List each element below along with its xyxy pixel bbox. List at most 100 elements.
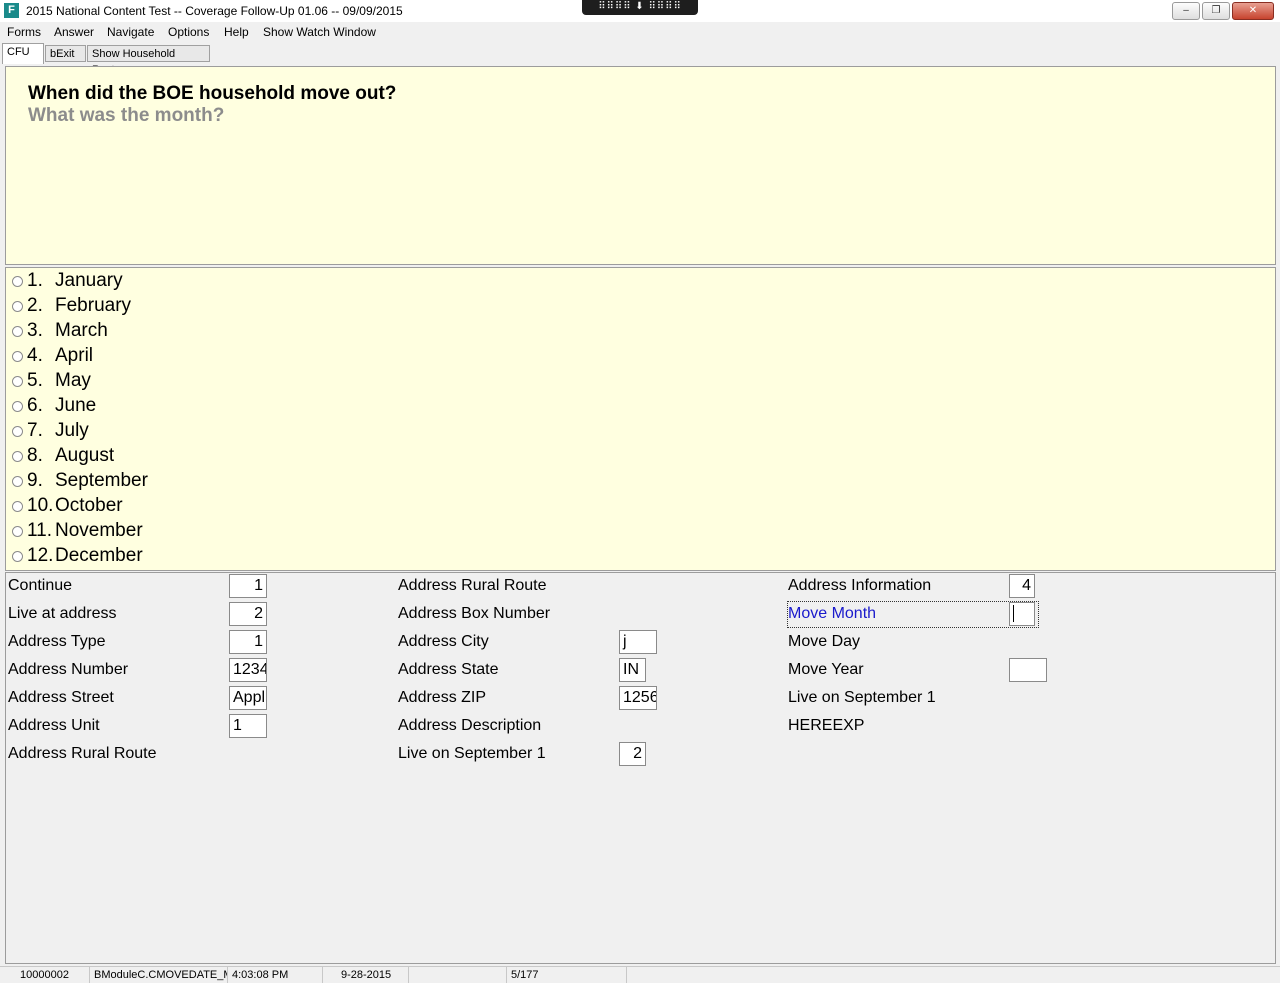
status-bar: 10000002 BModuleC.CMOVEDATE_M 4:03:08 PM… <box>0 966 1280 983</box>
title-bar: F 2015 National Content Test -- Coverage… <box>0 0 1280 23</box>
menu-options[interactable]: Options <box>168 25 209 39</box>
status-field-name: BModuleC.CMOVEDATE_M <box>90 967 228 983</box>
radio-button[interactable] <box>12 426 23 437</box>
field-label-address-zip: Address ZIP <box>398 689 487 706</box>
option-number: 1. <box>27 270 43 291</box>
radio-button[interactable] <box>12 376 23 387</box>
field-label-address-rural-route-2: Address Rural Route <box>398 577 547 594</box>
field-label-move-month: Move Month <box>788 605 877 622</box>
address-number-field[interactable]: 1234 <box>229 658 267 682</box>
window-controls: – ❐ ✕ <box>1172 2 1274 20</box>
address-street-field[interactable]: Appl <box>229 686 267 710</box>
option-number: 10. <box>27 495 54 516</box>
field-label-address-rural-route: Address Rural Route <box>8 745 157 762</box>
option-label: January <box>55 270 123 291</box>
menu-answer[interactable]: Answer <box>54 25 94 39</box>
option-number: 6. <box>27 395 43 416</box>
option-label: November <box>55 520 143 541</box>
tab-bar: CFU bExit Show Household Roster <box>0 42 1280 76</box>
continue-field[interactable]: 1 <box>229 574 267 598</box>
radio-button[interactable] <box>12 526 23 537</box>
option-label: May <box>55 370 91 391</box>
address-unit-field[interactable]: 1 <box>229 714 267 738</box>
option-label: October <box>55 495 123 516</box>
address-state-field[interactable]: IN <box>619 658 646 682</box>
radio-button[interactable] <box>12 276 23 287</box>
menu-help[interactable]: Help <box>224 25 249 39</box>
status-extra <box>409 967 507 983</box>
field-label-address-box-number: Address Box Number <box>398 605 551 622</box>
live-on-september-1-field[interactable]: 2 <box>619 742 646 766</box>
maximize-button[interactable]: ❐ <box>1202 2 1230 20</box>
move-year-field[interactable] <box>1009 658 1047 682</box>
option-number: 9. <box>27 470 43 491</box>
radio-button[interactable] <box>12 401 23 412</box>
question-subtext: What was the month? <box>28 105 225 126</box>
answer-panel: 1. January 2. February 3. March 4. April 5. M… <box>5 267 1276 571</box>
live-at-address-field[interactable]: 2 <box>229 602 267 626</box>
address-information-field[interactable]: 4 <box>1009 574 1035 598</box>
question-text: When did the BOE household move out? <box>28 83 397 104</box>
option-number: 7. <box>27 420 43 441</box>
address-zip-field[interactable]: 1256 <box>619 686 657 710</box>
address-city-field[interactable]: j <box>619 630 657 654</box>
tab-cfu[interactable]: CFU <box>2 43 44 64</box>
app-icon: F <box>4 3 19 18</box>
option-label: July <box>55 420 89 441</box>
option-number: 2. <box>27 295 43 316</box>
option-number: 11. <box>27 520 53 541</box>
menu-forms[interactable]: Forms <box>7 25 41 39</box>
status-time: 4:03:08 PM <box>228 967 323 983</box>
tab-bexit[interactable]: bExit <box>45 45 86 62</box>
minimize-button[interactable]: – <box>1172 2 1200 20</box>
option-label: August <box>55 445 115 466</box>
address-type-field[interactable]: 1 <box>229 630 267 654</box>
option-label: February <box>55 295 132 316</box>
menu-show-watch-window[interactable]: Show Watch Window <box>263 25 376 39</box>
field-label-address-description: Address Description <box>398 717 542 734</box>
option-number: 5. <box>27 370 43 391</box>
option-number: 8. <box>27 445 43 466</box>
option-number: 4. <box>27 345 43 366</box>
field-label-address-street: Address Street <box>8 689 114 706</box>
field-label-address-state: Address State <box>398 661 499 678</box>
field-label-continue: Continue <box>8 577 73 594</box>
text-cursor <box>1013 605 1014 623</box>
field-label-hereexp: HEREEXP <box>788 717 865 734</box>
field-label-address-city: Address City <box>398 633 489 650</box>
window-title: 2015 National Content Test -- Coverage F… <box>26 4 403 18</box>
field-label-move-day: Move Day <box>788 633 861 650</box>
option-number: 12. <box>27 545 54 566</box>
tab-show-household-roster[interactable]: Show Household Roster <box>87 45 210 76</box>
move-month-field[interactable] <box>1009 602 1035 626</box>
status-case-id: 10000002 <box>0 967 90 983</box>
option-label: March <box>55 320 108 341</box>
radio-button[interactable] <box>12 451 23 462</box>
status-page-count: 5/177 <box>507 967 627 983</box>
radio-button[interactable] <box>12 301 23 312</box>
field-label-live-on-september-1: Live on September 1 <box>398 745 546 762</box>
field-label-move-year: Move Year <box>788 661 864 678</box>
field-label-live-at-address: Live at address <box>8 605 117 622</box>
field-label-live-on-september-1-b: Live on September 1 <box>788 689 936 706</box>
radio-button[interactable] <box>12 351 23 362</box>
option-number: 3. <box>27 320 43 341</box>
option-label: September <box>55 470 148 491</box>
menu-bar: Forms Answer Navigate Options Help Show … <box>0 22 1280 42</box>
close-button[interactable]: ✕ <box>1232 2 1274 20</box>
remote-pin-bar[interactable]: ⠿⠿⠿⠿ ⬇ ⠿⠿⠿⠿ <box>582 0 698 15</box>
option-label: April <box>55 345 94 366</box>
radio-button[interactable] <box>12 551 23 562</box>
menu-navigate[interactable]: Navigate <box>107 25 154 39</box>
field-label-address-information: Address Information <box>788 577 932 594</box>
option-label: December <box>55 545 143 566</box>
radio-button[interactable] <box>12 501 23 512</box>
field-label-address-unit: Address Unit <box>8 717 100 734</box>
radio-button[interactable] <box>12 326 23 337</box>
status-date: 9-28-2015 <box>323 967 409 983</box>
radio-button[interactable] <box>12 476 23 487</box>
field-label-address-type: Address Type <box>8 633 106 650</box>
field-label-address-number: Address Number <box>8 661 129 678</box>
form-panel: Continue 1 Live at address 2 Address Typ… <box>5 572 1276 964</box>
option-label: June <box>55 395 97 416</box>
